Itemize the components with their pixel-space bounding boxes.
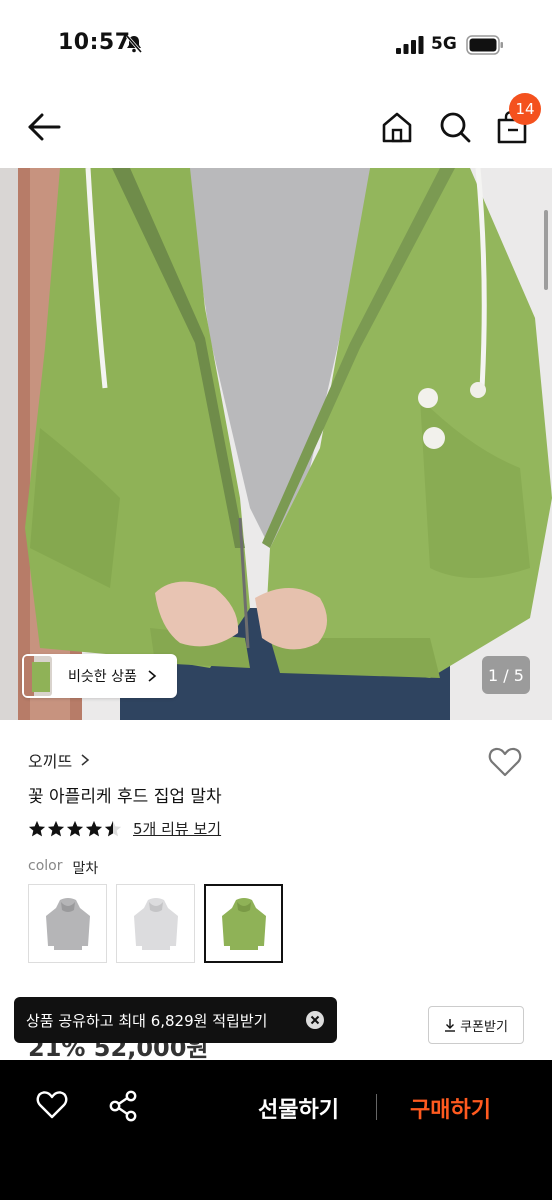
nav-bar: 14 <box>0 88 552 168</box>
star-half-icon <box>104 820 122 836</box>
home-icon[interactable] <box>380 110 414 144</box>
product-title: 꽃 아플리케 후드 집업 말차 <box>28 787 222 807</box>
similar-product-thumbnail <box>24 656 52 696</box>
download-icon <box>445 1019 456 1032</box>
chevron-right-icon <box>81 754 90 766</box>
status-time: 10:57 <box>58 30 131 55</box>
product-image-carousel[interactable]: 비슷한 상품 1 / 5 <box>0 168 552 720</box>
star-full-icon <box>85 820 103 836</box>
color-swatch-matcha[interactable] <box>204 884 283 963</box>
scroll-indicator <box>544 210 548 290</box>
brand-link[interactable]: 오끼뜨 <box>28 748 90 772</box>
bell-off-icon <box>125 35 143 53</box>
coupon-download-button[interactable]: 쿠폰받기 <box>428 1006 524 1044</box>
star-full-icon <box>66 820 84 836</box>
gift-button[interactable]: 선물하기 <box>258 1092 339 1124</box>
status-bar: 10:57 5G <box>0 0 552 88</box>
chevron-right-icon <box>148 670 157 682</box>
reviews-link[interactable]: 5개 리뷰 보기 <box>133 818 221 839</box>
wishlist-heart-icon[interactable] <box>488 746 522 778</box>
product-photo <box>0 168 552 720</box>
hoodie-thumbnail <box>45 897 90 950</box>
back-arrow-icon[interactable] <box>26 110 62 144</box>
heart-icon[interactable] <box>36 1090 68 1120</box>
color-swatch-gray[interactable] <box>28 884 107 963</box>
divider <box>376 1094 377 1120</box>
color-swatches <box>28 884 283 963</box>
star-full-icon <box>47 820 65 836</box>
color-key-label: color <box>28 858 63 874</box>
star-full-icon <box>28 820 46 836</box>
search-icon[interactable] <box>438 110 472 144</box>
star-rating <box>28 820 123 838</box>
similar-products-button[interactable]: 비슷한 상품 <box>22 654 177 698</box>
toast-message: 상품 공유하고 최대 6,829원 적립받기 <box>26 1011 268 1030</box>
hoodie-thumbnail <box>133 897 178 950</box>
coupon-label: 쿠폰받기 <box>460 1019 508 1035</box>
cart-count-badge: 14 <box>509 93 541 125</box>
color-label-row: color 말차 <box>28 858 98 878</box>
share-icon[interactable] <box>108 1090 138 1122</box>
color-swatch-light-gray[interactable] <box>116 884 195 963</box>
close-icon[interactable] <box>305 1010 325 1030</box>
buy-button[interactable]: 구매하기 <box>410 1092 491 1124</box>
selected-color-value: 말차 <box>72 861 99 877</box>
similar-products-label: 비슷한 상품 <box>68 669 137 685</box>
battery-icon <box>466 35 503 55</box>
image-page-indicator: 1 / 5 <box>482 656 530 694</box>
share-reward-toast: 상품 공유하고 최대 6,829원 적립받기 <box>14 997 337 1043</box>
rating-row: 5개 리뷰 보기 <box>28 818 221 839</box>
signal-icon <box>396 36 424 54</box>
network-type: 5G <box>431 34 457 54</box>
brand-name: 오끼뜨 <box>28 752 73 771</box>
bottom-action-bar: 선물하기 구매하기 <box>0 1060 552 1200</box>
hoodie-thumbnail <box>221 897 266 950</box>
